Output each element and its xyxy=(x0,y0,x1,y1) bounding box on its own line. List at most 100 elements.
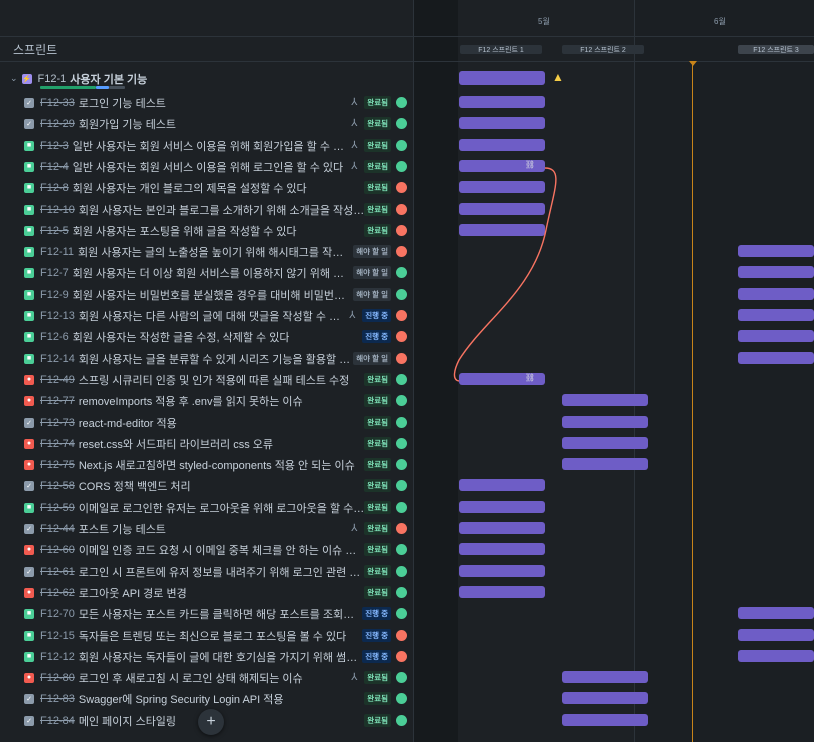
issue-key[interactable]: F12-8 xyxy=(40,182,69,194)
issue-row[interactable]: ■ F12-9 회원 사용자는 비밀번호를 분실했을 경우를 대비해 비밀번호 ..… xyxy=(0,284,413,305)
issue-title[interactable]: 회원 사용자는 개인 블로그의 제목을 설정할 수 있다 xyxy=(73,180,307,196)
issue-bar[interactable] xyxy=(738,245,814,257)
status-badge[interactable]: 완료됨 xyxy=(364,394,391,407)
issue-key[interactable]: F12-74 xyxy=(40,438,75,450)
issue-key[interactable]: F12-9 xyxy=(40,289,69,301)
issue-title[interactable]: 회원 사용자는 작성한 글을 수정, 삭제할 수 있다 xyxy=(73,329,290,345)
issue-bar[interactable] xyxy=(459,96,545,108)
warning-icon[interactable]: ▲ xyxy=(552,70,564,84)
issue-key[interactable]: F12-73 xyxy=(40,417,75,429)
issue-row[interactable]: ● F12-80 로그인 후 새로고침 시 로그인 상태 해제되는 이슈 ⅄ 완료됨 xyxy=(0,667,413,688)
issue-key[interactable]: F12-59 xyxy=(40,502,75,514)
avatar[interactable] xyxy=(396,587,407,598)
issue-title[interactable]: 스프링 시큐리티 인증 및 인가 적용에 따른 실패 테스트 수정 xyxy=(79,372,349,388)
issue-bar[interactable] xyxy=(459,139,545,151)
issue-bar[interactable] xyxy=(562,458,648,470)
status-badge[interactable]: 완료됨 xyxy=(364,224,391,237)
sprint-chip[interactable]: F12 스프린트 2 xyxy=(562,45,644,54)
issue-bar[interactable] xyxy=(459,522,545,534)
issue-key[interactable]: F12-62 xyxy=(40,587,75,599)
issue-bar[interactable] xyxy=(562,692,648,704)
status-badge[interactable]: 완료됨 xyxy=(364,458,391,471)
issue-title[interactable]: 일반 사용자는 회원 서비스 이용을 위해 회원가입을 할 수 있다 xyxy=(73,138,349,154)
child-issues-icon[interactable]: ⅄ xyxy=(348,97,360,108)
sprint-chip[interactable]: F12 스프린트 3 xyxy=(738,45,814,54)
status-badge[interactable]: 완료됨 xyxy=(364,373,391,386)
avatar[interactable] xyxy=(396,417,407,428)
issue-row[interactable]: ✓ F12-83 Swagger에 Spring Security Login AP… xyxy=(0,688,413,709)
issue-key[interactable]: F12-58 xyxy=(40,480,75,492)
issue-row[interactable]: ■ F12-70 모든 사용자는 포스트 카드를 클릭하면 해당 포스트를 조회할 … xyxy=(0,603,413,624)
avatar[interactable] xyxy=(396,246,407,257)
issue-key[interactable]: F12-10 xyxy=(40,204,75,216)
issue-key[interactable]: F12-61 xyxy=(40,566,75,578)
status-badge[interactable]: 해야 할 일 xyxy=(353,245,391,258)
child-issues-icon[interactable]: ⅄ xyxy=(348,672,360,683)
issue-bar[interactable] xyxy=(738,650,814,662)
issue-title[interactable]: 모든 사용자는 포스트 카드를 클릭하면 해당 포스트를 조회할 ... xyxy=(79,606,362,622)
status-badge[interactable]: 완료됨 xyxy=(364,586,391,599)
status-badge[interactable]: 진행 중 xyxy=(362,330,391,343)
issue-bar[interactable] xyxy=(459,501,545,513)
avatar[interactable] xyxy=(396,523,407,534)
avatar[interactable] xyxy=(396,161,407,172)
issue-key[interactable]: F12-14 xyxy=(40,353,75,365)
issue-title[interactable]: 포스트 기능 테스트 xyxy=(79,521,166,537)
status-badge[interactable]: 진행 중 xyxy=(362,607,391,620)
issue-row[interactable]: ■ F12-59 이메일로 로그인한 유저는 로그아웃을 위해 로그아웃을 할 수 … xyxy=(0,497,413,518)
status-badge[interactable]: 진행 중 xyxy=(362,309,391,322)
issue-row[interactable]: ✓ F12-58 CORS 정책 백엔드 처리 완료됨 xyxy=(0,475,413,496)
issue-bar[interactable] xyxy=(459,224,545,236)
issue-row[interactable]: ■ F12-4 일반 사용자는 회원 서비스 이용을 위해 로그인을 할 수 있다 ⅄… xyxy=(0,156,413,177)
issue-key[interactable]: F12-80 xyxy=(40,672,75,684)
status-badge[interactable]: 완료됨 xyxy=(364,117,391,130)
issue-bar[interactable] xyxy=(738,607,814,619)
chevron-down-icon[interactable]: ⌄ xyxy=(10,73,18,84)
issue-key[interactable]: F12-15 xyxy=(40,630,75,642)
issue-key[interactable]: F12-29 xyxy=(40,118,75,130)
issue-row[interactable]: ■ F12-11 회원 사용자는 글의 노출성을 높이기 위해 해시태그를 작성할.… xyxy=(0,241,413,262)
status-badge[interactable]: 완료됨 xyxy=(364,416,391,429)
status-badge[interactable]: 완료됨 xyxy=(364,437,391,450)
status-badge[interactable]: 완료됨 xyxy=(364,203,391,216)
issue-bar[interactable] xyxy=(738,629,814,641)
status-badge[interactable]: 완료됨 xyxy=(364,692,391,705)
issue-bar[interactable] xyxy=(562,416,648,428)
issue-bar[interactable] xyxy=(738,288,814,300)
avatar[interactable] xyxy=(396,374,407,385)
issue-row[interactable]: ■ F12-12 회원 사용자는 독자들이 글에 대한 호기심을 가지기 위해 썸네… xyxy=(0,646,413,667)
issue-bar[interactable] xyxy=(738,266,814,278)
issue-key[interactable]: F12-70 xyxy=(40,608,75,620)
avatar[interactable] xyxy=(396,289,407,300)
avatar[interactable] xyxy=(396,480,407,491)
issue-bar[interactable]: ⛓ xyxy=(459,373,545,385)
issue-key[interactable]: F12-3 xyxy=(40,140,69,152)
issue-row[interactable]: ■ F12-3 일반 사용자는 회원 서비스 이용을 위해 회원가입을 할 수 있다… xyxy=(0,135,413,156)
avatar[interactable] xyxy=(396,608,407,619)
issue-bar[interactable] xyxy=(738,309,814,321)
avatar[interactable] xyxy=(396,204,407,215)
issue-title[interactable]: 메인 페이지 스타일링 xyxy=(79,713,176,729)
avatar[interactable] xyxy=(396,97,407,108)
issue-title[interactable]: CORS 정책 백엔드 처리 xyxy=(79,478,191,494)
status-badge[interactable]: 완료됨 xyxy=(364,565,391,578)
status-badge[interactable]: 완료됨 xyxy=(364,139,391,152)
issue-title[interactable]: 회원 사용자는 독자들이 글에 대한 호기심을 가지기 위해 썸네... xyxy=(79,649,362,665)
issue-title[interactable]: 회원 사용자는 글을 분류할 수 있게 시리즈 기능을 활용할 수 ... xyxy=(79,351,353,367)
avatar[interactable] xyxy=(396,438,407,449)
issue-key[interactable]: F12-5 xyxy=(40,225,69,237)
issue-title[interactable]: Swagger에 Spring Security Login API 적용 xyxy=(79,691,284,707)
issue-row[interactable]: ● F12-77 removeImports 적용 후 .env를 읽지 못하는 이… xyxy=(0,390,413,411)
issue-row[interactable]: ● F12-62 로그아웃 API 경로 변경 완료됨 xyxy=(0,582,413,603)
avatar[interactable] xyxy=(396,140,407,151)
issue-bar[interactable] xyxy=(562,714,648,726)
issue-title[interactable]: 로그인 기능 테스트 xyxy=(79,95,166,111)
issue-bar[interactable]: ⛓ xyxy=(459,160,545,172)
issue-title[interactable]: 이메일로 로그인한 유저는 로그아웃을 위해 로그아웃을 할 수 ... xyxy=(79,500,364,516)
issue-bar[interactable] xyxy=(459,479,545,491)
issue-bar[interactable] xyxy=(738,330,814,342)
avatar[interactable] xyxy=(396,459,407,470)
status-badge[interactable]: 완료됨 xyxy=(364,96,391,109)
issue-key[interactable]: F12-33 xyxy=(40,97,75,109)
status-badge[interactable]: 완료됨 xyxy=(364,160,391,173)
